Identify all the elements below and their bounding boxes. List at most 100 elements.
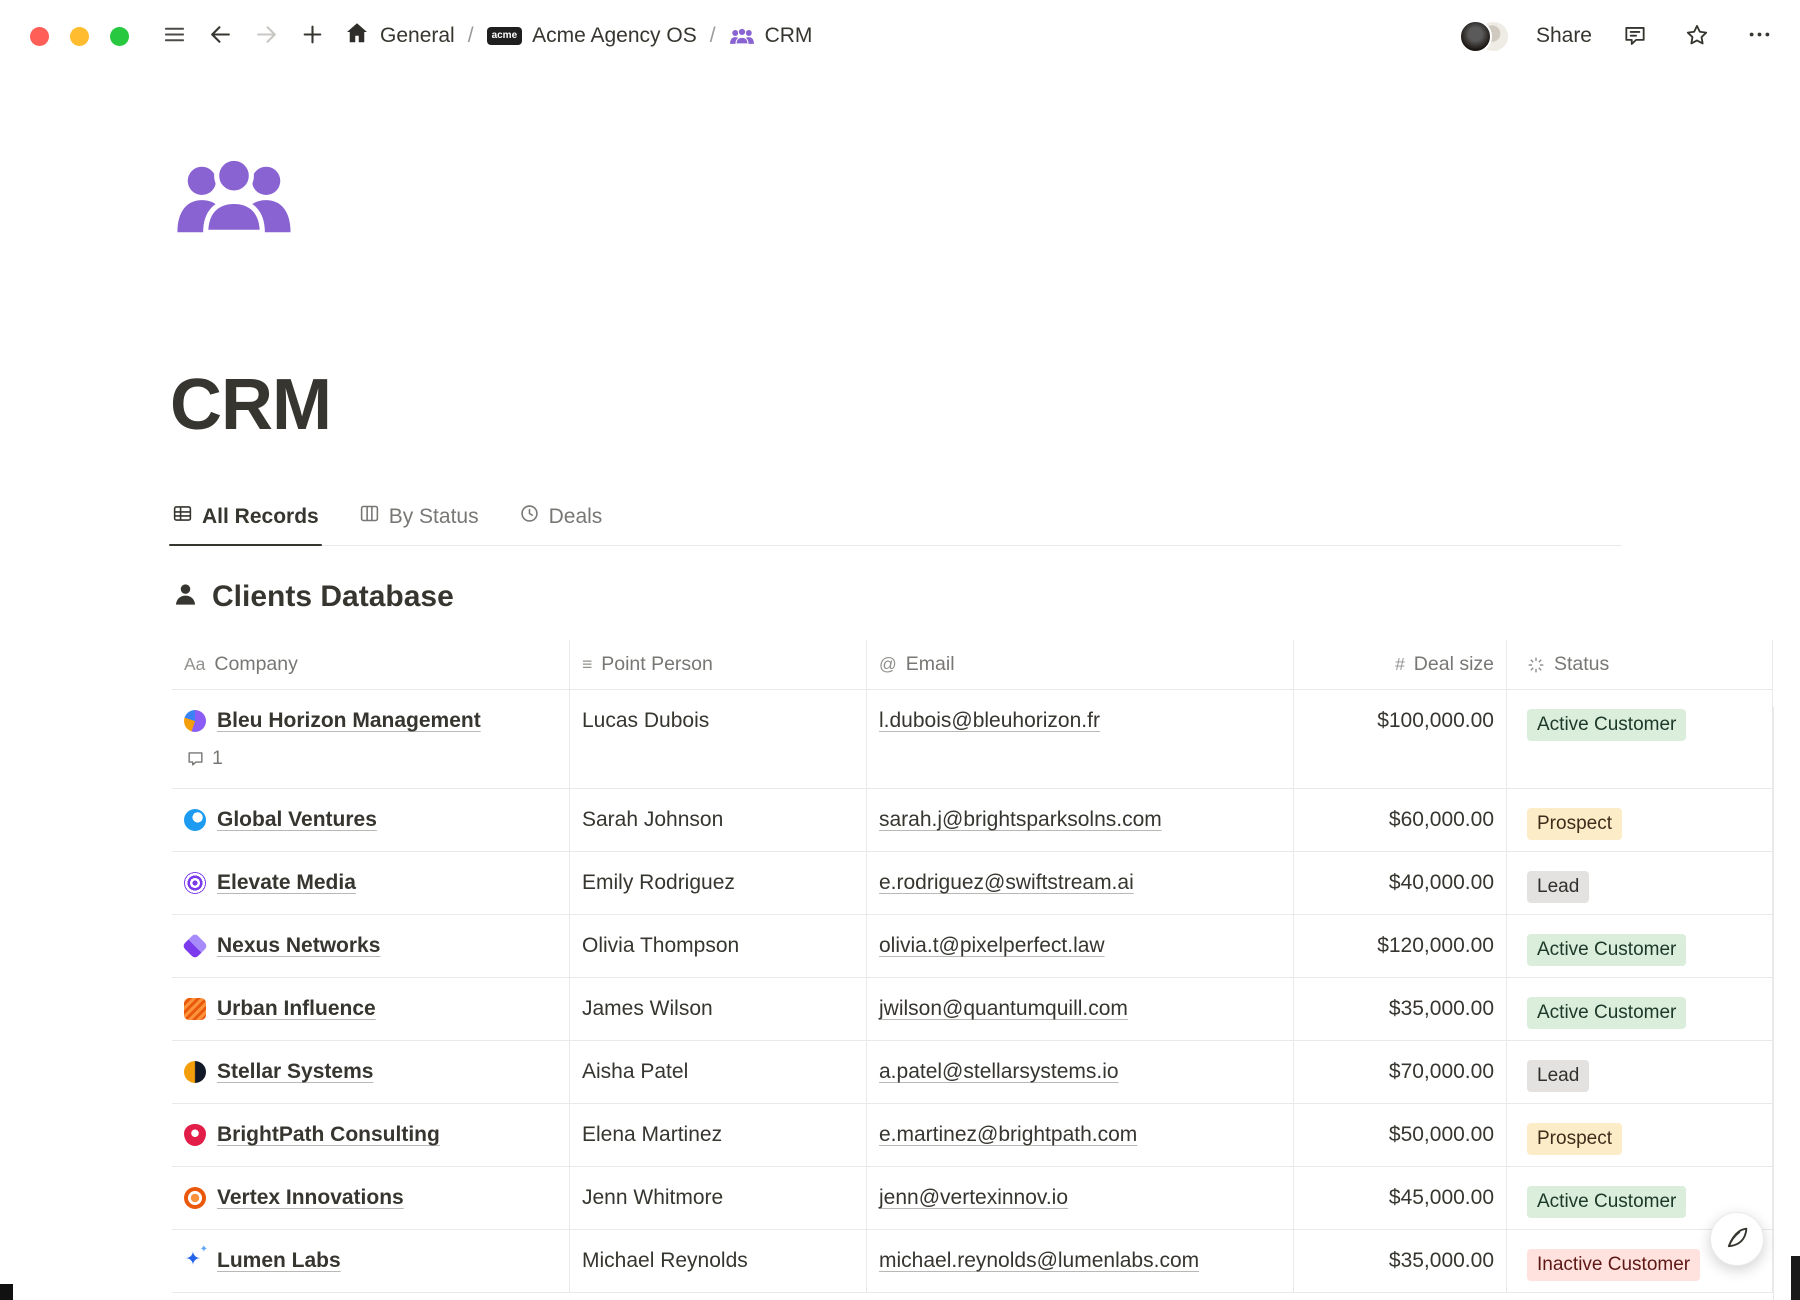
point-person-cell[interactable]: Emily Rodriguez bbox=[570, 852, 867, 914]
point-person-cell[interactable]: James Wilson bbox=[570, 978, 867, 1040]
company-cell[interactable]: Stellar Systems bbox=[172, 1041, 570, 1103]
deal-size-cell[interactable]: $70,000.00 bbox=[1294, 1041, 1507, 1103]
email-cell[interactable]: a.patel@stellarsystems.io bbox=[867, 1041, 1294, 1103]
status-cell[interactable]: Active Customer bbox=[1507, 690, 1773, 788]
point-person-cell[interactable]: Aisha Patel bbox=[570, 1041, 867, 1103]
deal-size-cell[interactable]: $60,000.00 bbox=[1294, 789, 1507, 851]
company-cell[interactable]: Elevate Media bbox=[172, 852, 570, 914]
email-link[interactable]: e.rodriguez@swiftstream.ai bbox=[879, 871, 1134, 894]
close-window-button[interactable] bbox=[30, 27, 49, 46]
company-cell[interactable]: Global Ventures bbox=[172, 789, 570, 851]
company-open-target[interactable]: BrightPath Consulting bbox=[184, 1123, 557, 1147]
company-cell[interactable]: Nexus Networks bbox=[172, 915, 570, 977]
share-button[interactable]: Share bbox=[1536, 24, 1592, 48]
company-name-link[interactable]: Stellar Systems bbox=[217, 1060, 373, 1084]
email-cell[interactable]: sarah.j@brightsparksolns.com bbox=[867, 789, 1294, 851]
column-header-status[interactable]: Status bbox=[1507, 640, 1773, 690]
page-icon-people[interactable] bbox=[172, 150, 296, 240]
company-cell[interactable]: Vertex Innovations bbox=[172, 1167, 570, 1229]
email-cell[interactable]: l.dubois@bleuhorizon.fr bbox=[867, 690, 1294, 788]
company-name-link[interactable]: Urban Influence bbox=[217, 997, 376, 1021]
breadcrumb-workspace[interactable]: acme Acme Agency OS bbox=[480, 20, 704, 52]
company-open-target[interactable]: Elevate Media bbox=[184, 871, 557, 895]
company-name-link[interactable]: Lumen Labs bbox=[217, 1249, 341, 1273]
board-view-icon bbox=[359, 503, 380, 530]
deal-size-cell[interactable]: $35,000.00 bbox=[1294, 978, 1507, 1040]
point-person-cell[interactable]: Elena Martinez bbox=[570, 1104, 867, 1166]
company-open-target[interactable]: Urban Influence bbox=[184, 997, 557, 1021]
comments-button[interactable] bbox=[1616, 17, 1654, 55]
email-link[interactable]: a.patel@stellarsystems.io bbox=[879, 1060, 1119, 1083]
status-cell[interactable]: Lead bbox=[1507, 852, 1773, 914]
breadcrumb-teamspace[interactable]: General bbox=[337, 16, 462, 56]
email-link[interactable]: l.dubois@bleuhorizon.fr bbox=[879, 709, 1100, 732]
breadcrumb-page[interactable]: CRM bbox=[722, 20, 820, 52]
favorite-button[interactable] bbox=[1678, 17, 1716, 55]
tab-all-records[interactable]: All Records bbox=[172, 503, 319, 545]
email-link[interactable]: jenn@vertexinnov.io bbox=[879, 1186, 1068, 1209]
email-cell[interactable]: jwilson@quantumquill.com bbox=[867, 978, 1294, 1040]
company-open-target[interactable]: Vertex Innovations bbox=[184, 1186, 557, 1210]
company-name-link[interactable]: Bleu Horizon Management bbox=[217, 709, 481, 733]
point-person-cell[interactable]: Lucas Dubois bbox=[570, 690, 867, 788]
column-header-point-person[interactable]: ≡ Point Person bbox=[570, 640, 867, 690]
point-person-cell[interactable]: Olivia Thompson bbox=[570, 915, 867, 977]
forward-button[interactable] bbox=[247, 17, 285, 55]
column-header-company[interactable]: Aa Company bbox=[172, 640, 570, 690]
email-cell[interactable]: e.rodriguez@swiftstream.ai bbox=[867, 852, 1294, 914]
tab-deals[interactable]: Deals bbox=[519, 503, 603, 545]
email-link[interactable]: e.martinez@brightpath.com bbox=[879, 1123, 1137, 1146]
point-person-cell[interactable]: Michael Reynolds bbox=[570, 1230, 867, 1292]
company-cell[interactable]: Bleu Horizon Management 1 bbox=[172, 690, 570, 788]
deal-size-cell[interactable]: $45,000.00 bbox=[1294, 1167, 1507, 1229]
company-open-target[interactable]: Global Ventures bbox=[184, 808, 557, 832]
deal-size-cell[interactable]: $100,000.00 bbox=[1294, 690, 1507, 788]
ai-assistant-button[interactable] bbox=[1710, 1212, 1764, 1266]
email-cell[interactable]: jenn@vertexinnov.io bbox=[867, 1167, 1294, 1229]
status-cell[interactable]: Lead bbox=[1507, 1041, 1773, 1103]
status-cell[interactable]: Active Customer bbox=[1507, 915, 1773, 977]
email-cell[interactable]: michael.reynolds@lumenlabs.com bbox=[867, 1230, 1294, 1292]
deal-size-cell[interactable]: $40,000.00 bbox=[1294, 852, 1507, 914]
new-page-button[interactable] bbox=[293, 17, 331, 55]
user-avatar[interactable] bbox=[1459, 20, 1492, 53]
company-cell[interactable]: BrightPath Consulting bbox=[172, 1104, 570, 1166]
tab-by-status[interactable]: By Status bbox=[359, 503, 479, 545]
company-name-link[interactable]: Elevate Media bbox=[217, 871, 356, 895]
column-header-deal-size[interactable]: # Deal size bbox=[1294, 640, 1507, 690]
zoom-window-button[interactable] bbox=[110, 27, 129, 46]
company-open-target[interactable]: Lumen Labs bbox=[184, 1249, 557, 1273]
database-title[interactable]: Clients Database bbox=[212, 580, 454, 614]
sidebar-toggle-button[interactable] bbox=[155, 17, 193, 55]
email-cell[interactable]: e.martinez@brightpath.com bbox=[867, 1104, 1294, 1166]
email-link[interactable]: olivia.t@pixelperfect.law bbox=[879, 934, 1105, 957]
column-header-email[interactable]: @ Email bbox=[867, 640, 1294, 690]
email-link[interactable]: michael.reynolds@lumenlabs.com bbox=[879, 1249, 1199, 1272]
company-name-link[interactable]: BrightPath Consulting bbox=[217, 1123, 440, 1147]
company-open-target[interactable]: Stellar Systems bbox=[184, 1060, 557, 1084]
email-link[interactable]: sarah.j@brightsparksolns.com bbox=[879, 808, 1162, 831]
company-name-link[interactable]: Global Ventures bbox=[217, 808, 377, 832]
more-options-button[interactable] bbox=[1740, 17, 1778, 55]
company-cell[interactable]: Lumen Labs bbox=[172, 1230, 570, 1292]
deal-size-cell[interactable]: $50,000.00 bbox=[1294, 1104, 1507, 1166]
minimize-window-button[interactable] bbox=[70, 27, 89, 46]
comment-count-row[interactable]: 1 bbox=[186, 747, 557, 770]
status-cell[interactable]: Active Customer bbox=[1507, 978, 1773, 1040]
page-title[interactable]: CRM bbox=[170, 368, 1800, 442]
deal-size-cell[interactable]: $120,000.00 bbox=[1294, 915, 1507, 977]
status-cell[interactable]: Prospect bbox=[1507, 1104, 1773, 1166]
status-cell[interactable]: Prospect bbox=[1507, 789, 1773, 851]
company-open-target[interactable]: Bleu Horizon Management bbox=[184, 709, 557, 733]
company-cell[interactable]: Urban Influence bbox=[172, 978, 570, 1040]
company-open-target[interactable]: Nexus Networks bbox=[184, 934, 557, 958]
point-person-cell[interactable]: Jenn Whitmore bbox=[570, 1167, 867, 1229]
forward-arrow-icon bbox=[254, 22, 279, 50]
company-name-link[interactable]: Vertex Innovations bbox=[217, 1186, 404, 1210]
point-person-cell[interactable]: Sarah Johnson bbox=[570, 789, 867, 851]
email-link[interactable]: jwilson@quantumquill.com bbox=[879, 997, 1128, 1020]
back-button[interactable] bbox=[201, 17, 239, 55]
deal-size-cell[interactable]: $35,000.00 bbox=[1294, 1230, 1507, 1292]
company-name-link[interactable]: Nexus Networks bbox=[217, 934, 380, 958]
email-cell[interactable]: olivia.t@pixelperfect.law bbox=[867, 915, 1294, 977]
